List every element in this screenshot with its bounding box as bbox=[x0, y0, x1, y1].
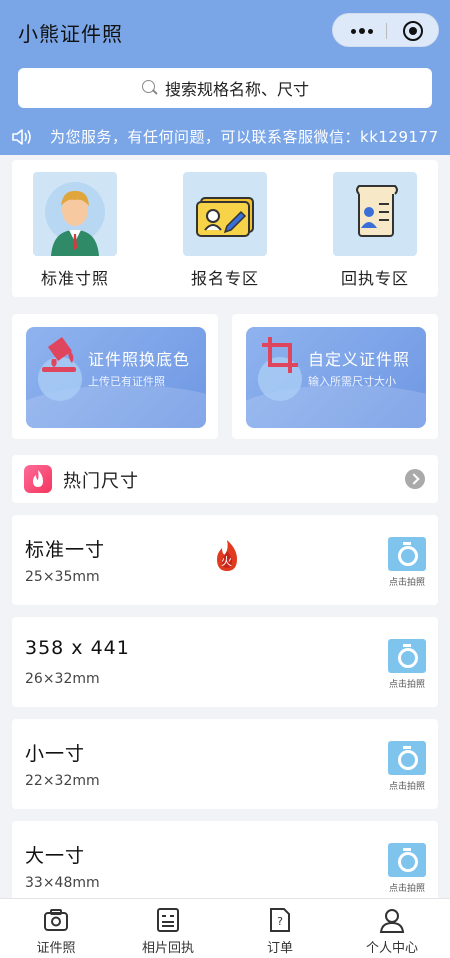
camera-icon bbox=[0, 905, 112, 935]
id-card-icon bbox=[183, 172, 267, 256]
search-icon bbox=[141, 79, 159, 97]
feature-change-background[interactable]: 证件照换底色 上传已有证件照 bbox=[26, 327, 206, 428]
size-dimensions: 26×32mm bbox=[25, 671, 100, 687]
camera-icon[interactable] bbox=[388, 537, 426, 571]
category-standard[interactable]: 标准寸照 bbox=[30, 172, 120, 289]
tab-label: 相片回执 bbox=[141, 941, 194, 956]
size-dimensions: 22×32mm bbox=[25, 773, 100, 789]
tab-photo-receipt[interactable]: 相片回执 bbox=[112, 905, 224, 956]
size-name: 小一寸 bbox=[25, 743, 86, 765]
hot-badge-text: 火 bbox=[221, 555, 232, 568]
bottom-tab-bar: 证件照 相片回执 ? 订单 个人中心 bbox=[0, 898, 450, 958]
feature-card-wrapper: 自定义证件照 输入所需尺寸大小 bbox=[232, 314, 438, 439]
paint-bucket-icon bbox=[42, 337, 76, 372]
camera-icon[interactable] bbox=[388, 741, 426, 775]
feature-card-wrapper: 证件照换底色 上传已有证件照 bbox=[12, 314, 218, 439]
flame-icon bbox=[24, 465, 52, 493]
more-dots-icon[interactable] bbox=[347, 20, 377, 42]
take-photo-label[interactable]: 点击拍照 bbox=[382, 881, 432, 894]
size-name: 标准一寸 bbox=[25, 539, 106, 561]
tab-label: 订单 bbox=[266, 941, 293, 956]
svg-text:?: ? bbox=[277, 915, 283, 928]
header: 小熊证件照 搜索规格名称、尺寸 为您服务，有任何问题，可以联系客服微信：kk12… bbox=[0, 0, 450, 155]
feature-title: 自定义证件照 bbox=[308, 350, 411, 369]
feature-custom-size[interactable]: 自定义证件照 输入所需尺寸大小 bbox=[246, 327, 426, 428]
category-label: 标准寸照 bbox=[40, 269, 109, 288]
user-icon bbox=[336, 905, 448, 935]
camera-icon[interactable] bbox=[388, 639, 426, 673]
size-name: 大一寸 bbox=[25, 845, 86, 867]
notice-bar: 为您服务，有任何问题，可以联系客服微信：kk129177 bbox=[0, 118, 450, 154]
tab-orders[interactable]: ? 订单 bbox=[224, 905, 336, 956]
category-label: 回执专区 bbox=[340, 269, 409, 288]
receipt-document-icon bbox=[333, 172, 417, 256]
hot-fire-badge-icon: 火 bbox=[213, 539, 241, 577]
tab-label: 证件照 bbox=[36, 941, 76, 956]
category-signup[interactable]: 报名专区 bbox=[180, 172, 270, 289]
tab-id-photo[interactable]: 证件照 bbox=[0, 905, 112, 956]
take-photo-label[interactable]: 点击拍照 bbox=[382, 779, 432, 792]
person-portrait-icon bbox=[33, 172, 117, 256]
take-photo-label[interactable]: 点击拍照 bbox=[382, 575, 432, 588]
order-doc-icon: ? bbox=[224, 905, 336, 935]
size-dimensions: 33×48mm bbox=[25, 875, 100, 891]
feature-subtitle: 上传已有证件照 bbox=[88, 375, 165, 388]
speaker-icon bbox=[12, 129, 31, 145]
notice-text: 为您服务，有任何问题，可以联系客服微信：kk129177 bbox=[50, 128, 439, 146]
hot-sizes-header[interactable]: 热门尺寸 bbox=[12, 455, 438, 503]
take-photo-label[interactable]: 点击拍照 bbox=[382, 677, 432, 690]
search-placeholder: 搜索规格名称、尺寸 bbox=[164, 80, 309, 99]
tab-label: 个人中心 bbox=[365, 941, 418, 956]
mini-program-capsule bbox=[332, 13, 439, 47]
camera-icon[interactable] bbox=[388, 843, 426, 877]
category-card: 标准寸照 报名专区 回执专区 bbox=[12, 160, 438, 297]
size-card[interactable]: 358 x 441 26×32mm 点击拍照 bbox=[12, 617, 438, 707]
crop-icon bbox=[262, 337, 298, 373]
size-dimensions: 25×35mm bbox=[25, 569, 100, 585]
size-card[interactable]: 小一寸 22×32mm 点击拍照 bbox=[12, 719, 438, 809]
feature-subtitle: 输入所需尺寸大小 bbox=[308, 375, 396, 388]
category-label: 报名专区 bbox=[190, 269, 259, 288]
app-title: 小熊证件照 bbox=[18, 22, 123, 46]
target-circle-icon[interactable] bbox=[403, 21, 423, 41]
chevron-right-icon[interactable] bbox=[405, 469, 425, 489]
capsule-divider bbox=[386, 23, 387, 39]
size-name: 358 x 441 bbox=[25, 637, 130, 659]
receipt-icon bbox=[112, 905, 224, 935]
tab-profile[interactable]: 个人中心 bbox=[336, 905, 448, 956]
search-bar[interactable]: 搜索规格名称、尺寸 bbox=[18, 68, 432, 108]
feature-title: 证件照换底色 bbox=[88, 350, 191, 369]
size-card[interactable]: 标准一寸 25×35mm 火 点击拍照 bbox=[12, 515, 438, 605]
hot-sizes-title: 热门尺寸 bbox=[63, 471, 139, 492]
category-receipt[interactable]: 回执专区 bbox=[330, 172, 420, 289]
